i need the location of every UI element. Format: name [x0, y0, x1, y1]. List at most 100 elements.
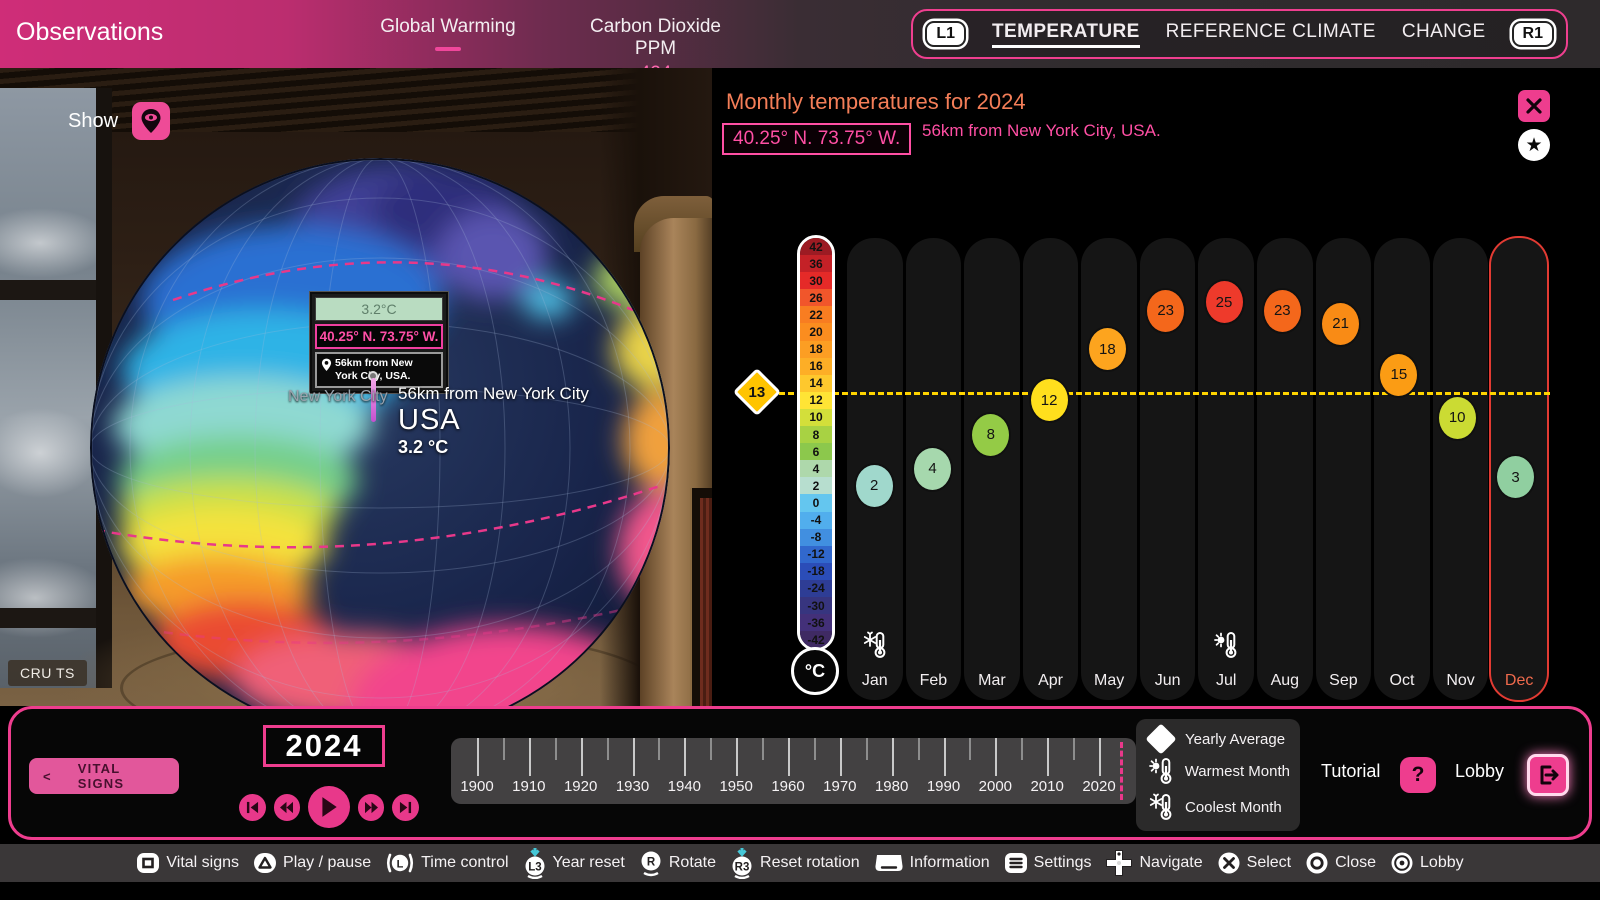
- mode-option-change[interactable]: CHANGE: [1402, 21, 1486, 48]
- month-column-aug[interactable]: Aug: [1257, 238, 1313, 700]
- year-tick-label: 2010: [1030, 778, 1063, 795]
- tooltip-coordinates: 40.25° N. 73.75° W.: [315, 324, 443, 349]
- scale-tick-36: 36: [800, 255, 832, 272]
- vital-signs-back-button[interactable]: < VITAL SIGNS: [29, 758, 179, 794]
- country-label: USA: [398, 404, 589, 437]
- skip-start-button[interactable]: [239, 794, 266, 821]
- panel-coordinates: 40.25° N. 73.75° W.: [722, 123, 911, 155]
- close-button[interactable]: [1518, 90, 1550, 122]
- map-pin-eye-icon: [139, 108, 163, 134]
- monthly-temperatures-panel: Monthly temperatures for 2024 40.25° N. …: [712, 75, 1568, 706]
- month-column-mar[interactable]: Mar: [964, 238, 1020, 700]
- coolest-month-icon: [847, 630, 903, 660]
- mode-switcher: L1 TEMPERATURE REFERENCE CLIMATE CHANGE R1: [911, 9, 1568, 59]
- year-tick-label: 2020: [1082, 778, 1115, 795]
- minor-tick: [607, 738, 609, 760]
- month-column-jan[interactable]: Jan: [847, 238, 903, 700]
- legend-item: Warmest Month: [1146, 756, 1290, 786]
- minor-tick: [1021, 738, 1023, 760]
- decade-tick: [840, 738, 842, 776]
- scale-tick--18: -18: [800, 563, 832, 580]
- year-tick-label: 1930: [616, 778, 649, 795]
- decade-tick: [684, 738, 686, 776]
- coolest-month-icon: [1146, 792, 1176, 822]
- selection-readout: 56km from New York City USA 3.2 °C: [398, 384, 589, 458]
- decade-tick: [788, 738, 790, 776]
- month-column-feb[interactable]: Feb: [906, 238, 962, 700]
- show-label: Show: [68, 110, 118, 133]
- legend-label: Coolest Month: [1185, 799, 1282, 816]
- decade-tick: [529, 738, 531, 776]
- star-icon: ★: [1525, 134, 1542, 157]
- warmest-month-icon: [1146, 756, 1176, 786]
- month-column-sep[interactable]: Sep: [1316, 238, 1372, 700]
- dpad-icon: [1105, 849, 1133, 877]
- scale-tick-10: 10: [800, 409, 832, 426]
- month-column-dec[interactable]: Dec: [1491, 238, 1547, 700]
- decade-tick: [581, 738, 583, 776]
- minor-tick: [710, 738, 712, 760]
- timeline-cursor[interactable]: [1120, 742, 1123, 800]
- hint-label: Year reset: [553, 854, 625, 872]
- warmest-month-icon: [1198, 630, 1254, 660]
- tab-global-warming[interactable]: Global Warming: [378, 16, 518, 56]
- decade-tick: [736, 738, 738, 776]
- r1-bumper-button[interactable]: R1: [1512, 21, 1554, 47]
- temperature-label: 3.2 °C: [398, 437, 589, 458]
- scale-tick--42: -42: [800, 631, 832, 648]
- hint-rotate: RRotate: [639, 849, 716, 877]
- tutorial-button[interactable]: ?: [1400, 757, 1436, 793]
- minor-tick: [918, 738, 920, 760]
- year-tick-label: 1980: [875, 778, 908, 795]
- month-columns: JanFebMarAprMayJunJulAugSepOctNovDec: [847, 238, 1547, 700]
- rewind-button[interactable]: [274, 794, 301, 821]
- hint-reset-rotation: R3Reset rotation: [730, 847, 860, 879]
- month-column-apr[interactable]: Apr: [1023, 238, 1079, 700]
- month-column-jul[interactable]: Jul: [1198, 238, 1254, 700]
- hint-play-pause: Play / pause: [253, 851, 371, 875]
- decade-tick: [995, 738, 997, 776]
- scale-tick-42: 42: [800, 238, 832, 255]
- ps-triangle-icon: [253, 851, 277, 875]
- l1-bumper-button[interactable]: L1: [925, 21, 966, 47]
- month-label: Jan: [847, 672, 903, 690]
- minor-tick: [866, 738, 868, 760]
- favorite-button[interactable]: ★: [1518, 129, 1550, 161]
- minor-tick: [814, 738, 816, 760]
- month-label: Dec: [1491, 672, 1547, 690]
- mode-option-reference-climate[interactable]: REFERENCE CLIMATE: [1166, 21, 1376, 48]
- month-column-may[interactable]: May: [1081, 238, 1137, 700]
- distance-label: 56km from New York City: [398, 384, 589, 404]
- year-tick-label: 1910: [512, 778, 545, 795]
- svg-text:L3: L3: [528, 862, 541, 874]
- month-column-oct[interactable]: Oct: [1374, 238, 1430, 700]
- minor-tick: [1073, 738, 1075, 760]
- close-icon: [1526, 98, 1542, 114]
- yearly-average-value: 13: [749, 383, 766, 400]
- month-label: Mar: [964, 672, 1020, 690]
- fast-forward-button[interactable]: [358, 794, 385, 821]
- play-button[interactable]: [308, 786, 349, 828]
- scale-tick-2: 2: [800, 477, 832, 494]
- r3-press-icon: R3: [730, 847, 754, 879]
- panel-title: Monthly temperatures for 2024: [726, 89, 1026, 115]
- lobby-exit-button[interactable]: [1527, 754, 1569, 796]
- year-timeline-slider[interactable]: 1900191019201930194019501960197019801990…: [451, 738, 1136, 804]
- hint-lobby: Lobby: [1390, 851, 1464, 875]
- month-column-jun[interactable]: Jun: [1140, 238, 1196, 700]
- page-title: Observations: [16, 18, 163, 47]
- month-label: Jul: [1198, 672, 1254, 690]
- hint-settings: Settings: [1004, 851, 1092, 875]
- yearly-average-line: [770, 392, 1550, 395]
- show-pin-button[interactable]: [132, 102, 170, 140]
- right-stick-icon: R: [639, 849, 663, 877]
- chart-legend: Yearly AverageWarmest MonthCoolest Month: [1136, 719, 1300, 831]
- mode-option-temperature[interactable]: TEMPERATURE: [992, 21, 1140, 48]
- yearly-average-marker[interactable]: 13: [733, 368, 781, 416]
- skip-end-button[interactable]: [392, 794, 419, 821]
- month-column-nov[interactable]: Nov: [1433, 238, 1489, 700]
- decade-tick: [633, 738, 635, 776]
- hint-label: Close: [1335, 854, 1376, 872]
- month-label: Oct: [1374, 672, 1430, 690]
- scale-tick-12: 12: [800, 392, 832, 409]
